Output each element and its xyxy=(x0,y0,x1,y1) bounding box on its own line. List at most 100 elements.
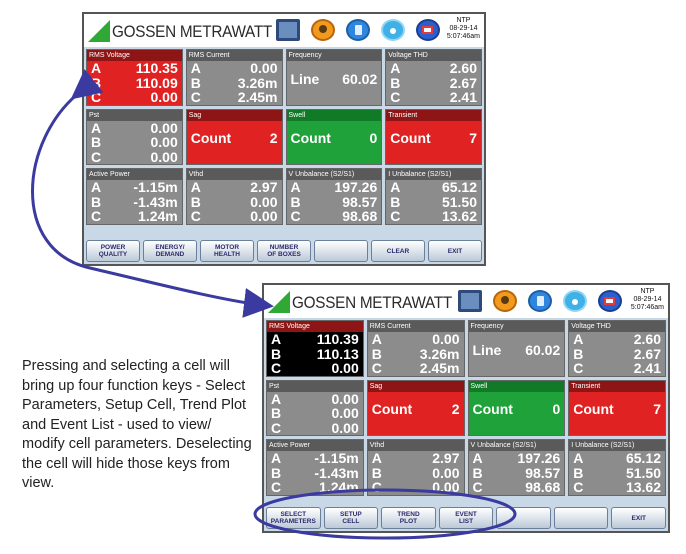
phase-value: 0.00 xyxy=(432,479,460,495)
wifi-icon[interactable] xyxy=(381,19,405,41)
phase-row: C 0.00 xyxy=(267,419,363,436)
cell-pst[interactable]: Pst A 0.00 B 0.00 C 0.00 xyxy=(266,379,364,436)
phase-value: 2.45m xyxy=(237,89,278,105)
cell-sag[interactable]: Sag Count 2 xyxy=(366,379,465,436)
phase-label: B xyxy=(390,193,401,210)
fkey-event-list-button[interactable]: EVENT LIST xyxy=(438,507,494,529)
phase-label: B xyxy=(271,345,282,362)
fkey-blank-4-button[interactable] xyxy=(496,507,551,529)
summary-label: Line xyxy=(472,341,502,358)
cell-swell[interactable]: Swell Count 0 xyxy=(285,108,383,165)
cell-rms-current[interactable]: RMS Current A 0.00 B 3.26m C 2.45m xyxy=(185,49,283,106)
cell-transient[interactable]: Transient Count 7 xyxy=(568,379,666,436)
phase-value: 1.24m xyxy=(319,479,359,495)
cell-active-power[interactable]: Active Power A -1.15m B -1.43m C 1.24m xyxy=(86,168,183,225)
cell-active-power[interactable]: Active Power A -1.15m B -1.43m C 1.24m xyxy=(266,439,364,496)
cell-summary: Count 7 xyxy=(569,392,665,427)
phase-label: C xyxy=(190,89,201,105)
summary-label: Count xyxy=(573,401,614,417)
phase-value: 0.00 xyxy=(150,89,178,105)
phase-row: B 2.67 xyxy=(386,75,481,91)
cell-summary: Count 0 xyxy=(287,121,382,156)
cell-rms-current[interactable]: RMS Current A 0.00 B 3.26m C 2.45m xyxy=(366,320,465,377)
phase-label: A xyxy=(573,450,584,466)
monitor-icon[interactable] xyxy=(276,19,300,41)
monitor-icon[interactable] xyxy=(458,290,482,312)
summary-value: 7 xyxy=(653,401,661,417)
phase-row: B 0.00 xyxy=(368,465,464,481)
cell-pst[interactable]: Pst A 0.00 B 0.00 C 0.00 xyxy=(86,108,183,165)
cell-voltage-thd[interactable]: Voltage THD A 2.60 B 2.67 C 2.41 xyxy=(385,49,482,106)
phase-label: A xyxy=(271,390,282,407)
phase-row: A 65.12 xyxy=(386,180,481,195)
cell-voltage-thd[interactable]: Voltage THD A 2.60 B 2.67 C 2.41 xyxy=(568,320,666,377)
phase-row: C 2.45m xyxy=(368,361,464,376)
fkey-blank-4-button[interactable] xyxy=(314,240,368,262)
phase-label: A xyxy=(271,450,282,466)
phase-label: C xyxy=(371,360,382,376)
cell-i-unbalance-s2-s1[interactable]: I Unbalance (S2/S1) A 65.12 B 51.50 C 13.62 xyxy=(385,168,482,225)
cell-title: Transient xyxy=(386,109,481,121)
cell-frequency[interactable]: Frequency Line 60.02 xyxy=(467,320,566,377)
record-icon[interactable] xyxy=(598,290,622,312)
phase-value: 98.57 xyxy=(342,193,378,210)
fkey-exit-button[interactable]: EXIT xyxy=(428,240,482,262)
phase-label: B xyxy=(573,345,584,362)
fkey-clear-button[interactable]: CLEAR xyxy=(371,240,425,262)
meter-screen-overview: GOSSEN METRAWATT NTP 08-29-14 5:07:46am … xyxy=(82,12,486,266)
phase-label: B xyxy=(472,464,483,481)
cell-sag[interactable]: Sag Count 2 xyxy=(185,108,283,165)
cell-transient[interactable]: Transient Count 7 xyxy=(385,108,482,165)
cell-v-unbalance-s2-s1[interactable]: V Unbalance (S2/S1) A 197.26 B 98.57 C 98.68 xyxy=(285,168,383,225)
cell-title: Sag xyxy=(367,380,464,392)
summary-value: 7 xyxy=(469,130,477,146)
phase-value: 0.00 xyxy=(250,60,278,76)
summary-value: 2 xyxy=(269,130,278,146)
time-label: 5:07:46am xyxy=(630,304,664,311)
fkey-select-parameters-button[interactable]: SELECT PARAMETERS xyxy=(266,507,321,529)
fkey-energy-demand-button[interactable]: ENERGY/ DEMAND xyxy=(143,240,197,262)
phase-label: A xyxy=(190,60,201,76)
fkey-trend-plot-button[interactable]: TREND PLOT xyxy=(381,507,436,529)
wifi-icon[interactable] xyxy=(563,290,587,312)
phase-row: B 110.13 xyxy=(267,345,363,362)
cell-summary: Line 60.02 xyxy=(469,332,565,367)
cell-swell[interactable]: Swell Count 0 xyxy=(467,379,566,436)
fkey-setup-cell-button[interactable]: SETUP CELL xyxy=(323,507,379,529)
phase-value: 3.26m xyxy=(419,345,460,362)
date-label: 08-29-14 xyxy=(449,25,478,32)
cell-summary: Count 2 xyxy=(187,121,282,156)
summary-label: Count xyxy=(371,401,413,417)
people-icon[interactable] xyxy=(493,290,517,312)
phase-row: C 0.00 xyxy=(267,361,363,376)
cell-vthd[interactable]: Vthd A 2.97 B 0.00 C 0.00 xyxy=(366,439,465,496)
phase-value: 0.00 xyxy=(150,119,178,136)
phase-row: B 0.00 xyxy=(267,406,363,421)
phase-label: A xyxy=(271,331,282,347)
cell-i-unbalance-s2-s1[interactable]: I Unbalance (S2/S1) A 65.12 B 51.50 C 13.62 xyxy=(568,439,666,496)
phase-value: 3.26m xyxy=(237,74,278,91)
date-label: 08-29-14 xyxy=(633,296,662,303)
cell-rms-voltage[interactable]: RMS Voltage A 110.39 B 110.13 C 0.00 xyxy=(266,320,364,377)
record-icon[interactable] xyxy=(416,19,440,41)
phase-value: 0.00 xyxy=(150,148,178,165)
cell-vthd[interactable]: Vthd A 2.97 B 0.00 C 0.00 xyxy=(185,168,283,225)
cell-frequency[interactable]: Frequency Line 60.02 xyxy=(285,49,383,106)
caption-text: Pressing and selecting a cell will bring… xyxy=(22,358,252,491)
people-icon[interactable] xyxy=(311,19,335,41)
phase-row: A 110.39 xyxy=(267,332,363,347)
fkey-blank-5-button[interactable] xyxy=(553,507,609,529)
fkey-motor-health-button[interactable]: MOTOR HEALTH xyxy=(200,240,254,262)
document-icon[interactable] xyxy=(346,19,370,41)
cell-rms-voltage[interactable]: RMS Voltage A 110.35 B 110.09 C 0.00 xyxy=(86,49,183,106)
phase-label: B xyxy=(271,464,282,481)
phase-row: B 98.57 xyxy=(287,193,382,210)
fkey-exit-button[interactable]: EXIT xyxy=(611,507,667,529)
fkey-power-quality-button[interactable]: POWER QUALITY xyxy=(86,240,140,262)
document-icon[interactable] xyxy=(528,290,552,312)
phase-row: C 1.24m xyxy=(267,480,363,495)
fkey-number-of-boxes-button[interactable]: NUMBER OF BOXES xyxy=(257,240,311,262)
cell-v-unbalance-s2-s1[interactable]: V Unbalance (S2/S1) A 197.26 B 98.57 C 98.68 xyxy=(467,439,566,496)
phase-label: C xyxy=(271,419,282,436)
brand-name: GOSSEN METRAWATT xyxy=(292,293,453,312)
